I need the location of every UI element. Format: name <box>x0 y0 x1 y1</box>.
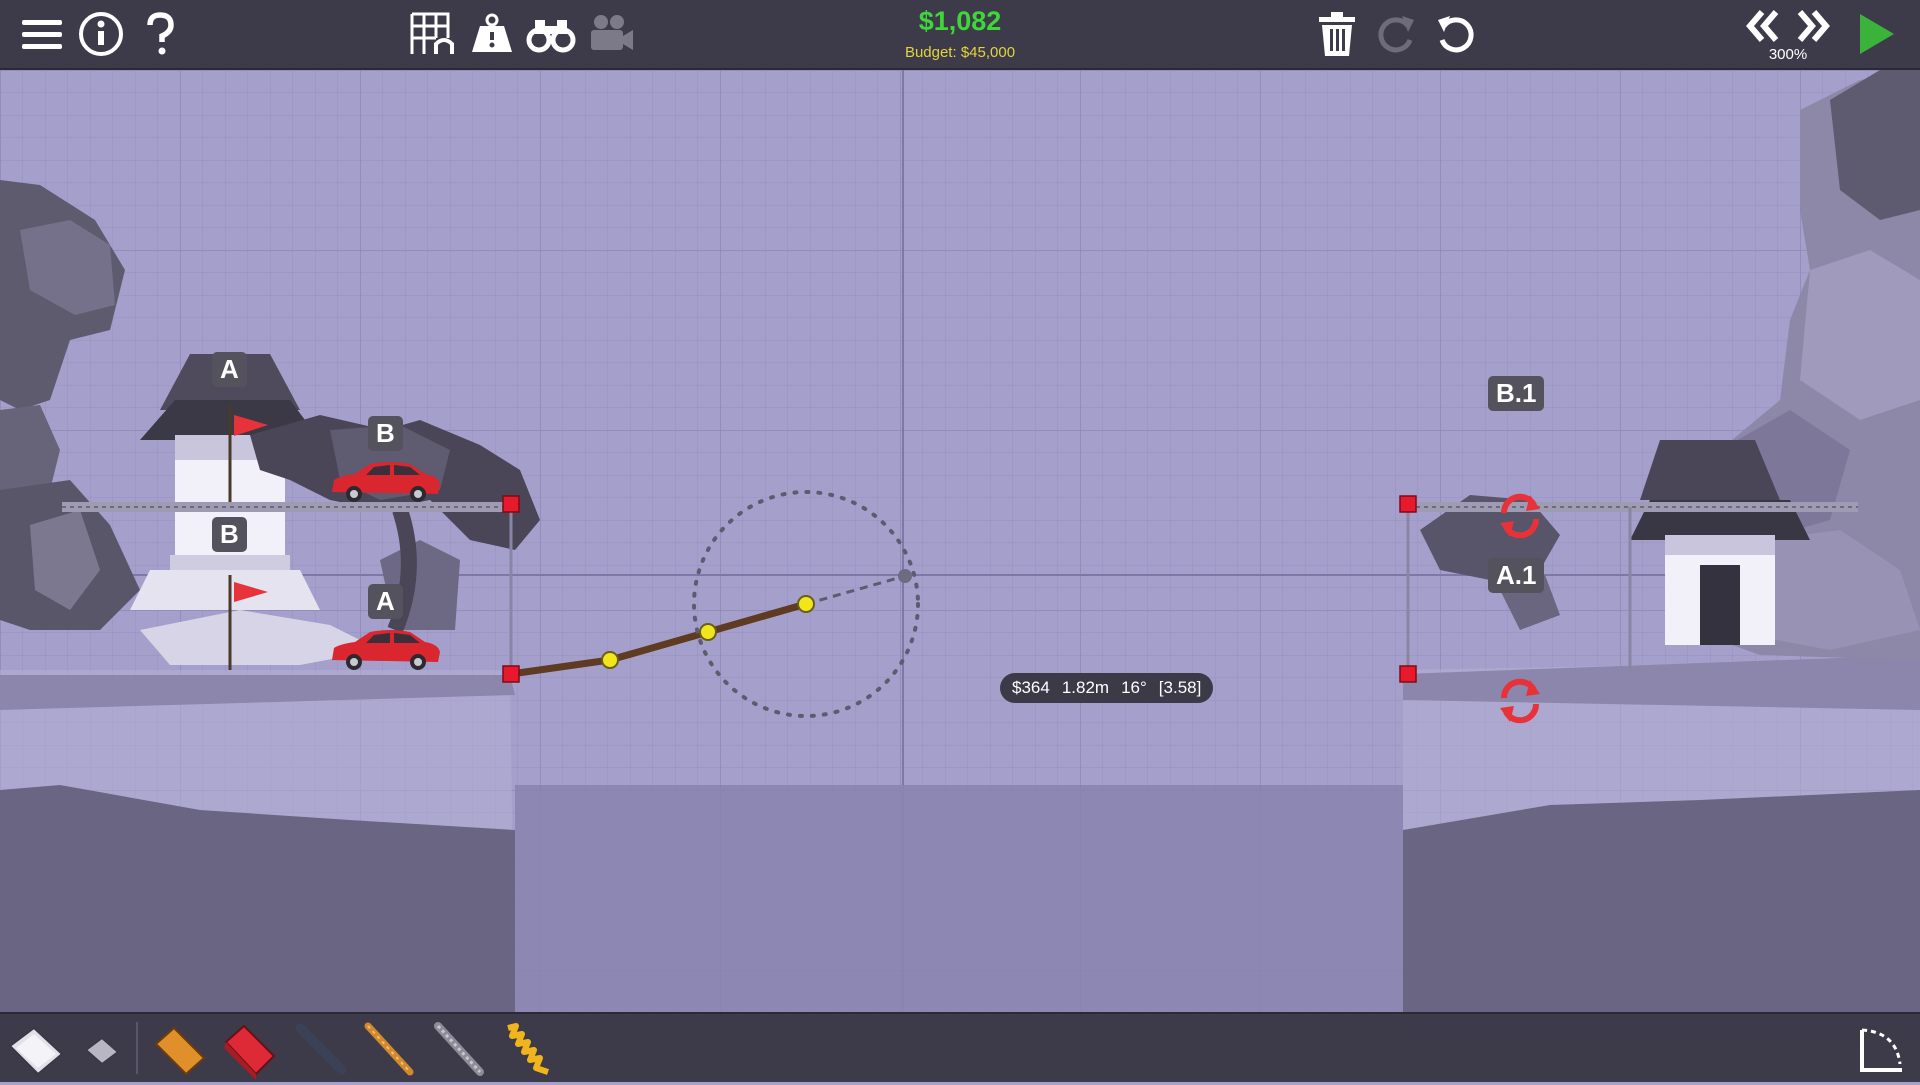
segment-angle: 16° <box>1121 678 1147 697</box>
redo-icon <box>1378 16 1414 53</box>
undo-icon <box>1438 16 1474 53</box>
simulation-speed: 300% <box>1768 46 1808 63</box>
pan-tool[interactable] <box>1850 1018 1912 1080</box>
flag-top-label: A <box>212 352 247 387</box>
info-button[interactable] <box>75 8 127 60</box>
road-tool-icon <box>8 1026 64 1076</box>
reinforced-road-tool[interactable] <box>76 1018 126 1080</box>
menu-button[interactable] <box>16 8 68 60</box>
joint[interactable] <box>797 595 815 613</box>
weight-button[interactable] <box>466 8 518 60</box>
hydraulic-tool-icon <box>295 1023 347 1075</box>
binoculars-button[interactable] <box>525 8 577 60</box>
spring-tool[interactable] <box>498 1018 560 1080</box>
anchor-right-bottom[interactable] <box>1399 665 1417 683</box>
weight-icon <box>472 13 512 52</box>
cable-tool-icon <box>434 1022 484 1076</box>
play-icon <box>1860 14 1894 54</box>
segment-stress: [3.58] <box>1158 678 1202 697</box>
reinforced-road-tool-icon <box>84 1036 120 1066</box>
rewind-icon <box>1746 10 1779 42</box>
grid-button[interactable] <box>406 8 458 60</box>
grid-icon <box>410 12 454 54</box>
steel-tool[interactable] <box>218 1018 280 1080</box>
camera-button[interactable] <box>585 8 637 60</box>
cost-display: $1,082 <box>918 6 1002 36</box>
chasm-water <box>515 785 1403 1025</box>
slow-down-button[interactable] <box>1740 4 1784 48</box>
redo-button[interactable] <box>1370 8 1422 60</box>
scene-canvas <box>0 70 1920 1025</box>
car-bottom-label: A <box>368 584 403 619</box>
steel-tool-icon <box>224 1024 276 1080</box>
speed-up-button[interactable] <box>1792 4 1836 48</box>
car-top-label: B <box>368 416 403 451</box>
cable-tool[interactable] <box>428 1018 490 1080</box>
pan-tool-icon <box>1860 1028 1902 1072</box>
target-bottom-label: A.1 <box>1488 558 1545 593</box>
joint[interactable] <box>699 623 717 641</box>
fast-forward-icon <box>1797 10 1830 42</box>
top-toolbar: $1,082 Budget: $45,000 300% <box>0 0 1920 70</box>
wood-tool[interactable] <box>148 1018 210 1080</box>
hydraulic-tool[interactable] <box>290 1018 352 1080</box>
toolbar-divider <box>136 1022 138 1074</box>
rope-tool[interactable] <box>358 1018 420 1080</box>
undo-button[interactable] <box>1430 8 1482 60</box>
menu-icon <box>22 20 62 49</box>
segment-length: 1.82m <box>1061 678 1110 697</box>
anchor-right-top[interactable] <box>1399 495 1417 513</box>
road-tool[interactable] <box>4 1018 66 1080</box>
cursor-joint[interactable] <box>898 569 912 583</box>
flag-bottom-label: B <box>212 517 247 552</box>
segment-cost: $364 <box>1012 678 1050 697</box>
help-icon <box>147 12 174 55</box>
binoculars-icon <box>526 20 576 53</box>
spring-tool-icon <box>507 1023 549 1075</box>
help-button[interactable] <box>134 8 186 60</box>
wood-tool-icon <box>154 1026 206 1076</box>
anchor-left-top[interactable] <box>502 495 520 513</box>
budget-display: Budget: $45,000 <box>904 44 1016 61</box>
info-icon <box>79 12 123 56</box>
rope-tool-icon <box>364 1022 414 1076</box>
delete-button[interactable] <box>1311 8 1363 60</box>
anchor-left-bottom[interactable] <box>502 665 520 683</box>
target-top-label: B.1 <box>1488 376 1545 411</box>
trash-icon <box>1319 12 1355 56</box>
material-toolbar <box>0 1012 1920 1082</box>
joint[interactable] <box>601 651 619 669</box>
play-button[interactable] <box>1850 8 1902 60</box>
segment-info-tooltip: $364 1.82m 16° [3.58] <box>1000 673 1214 703</box>
camera-icon <box>591 15 633 50</box>
build-area[interactable]: A B B A B.1 A.1 $364 1.82m 16° [3.58] <box>0 70 1920 1025</box>
